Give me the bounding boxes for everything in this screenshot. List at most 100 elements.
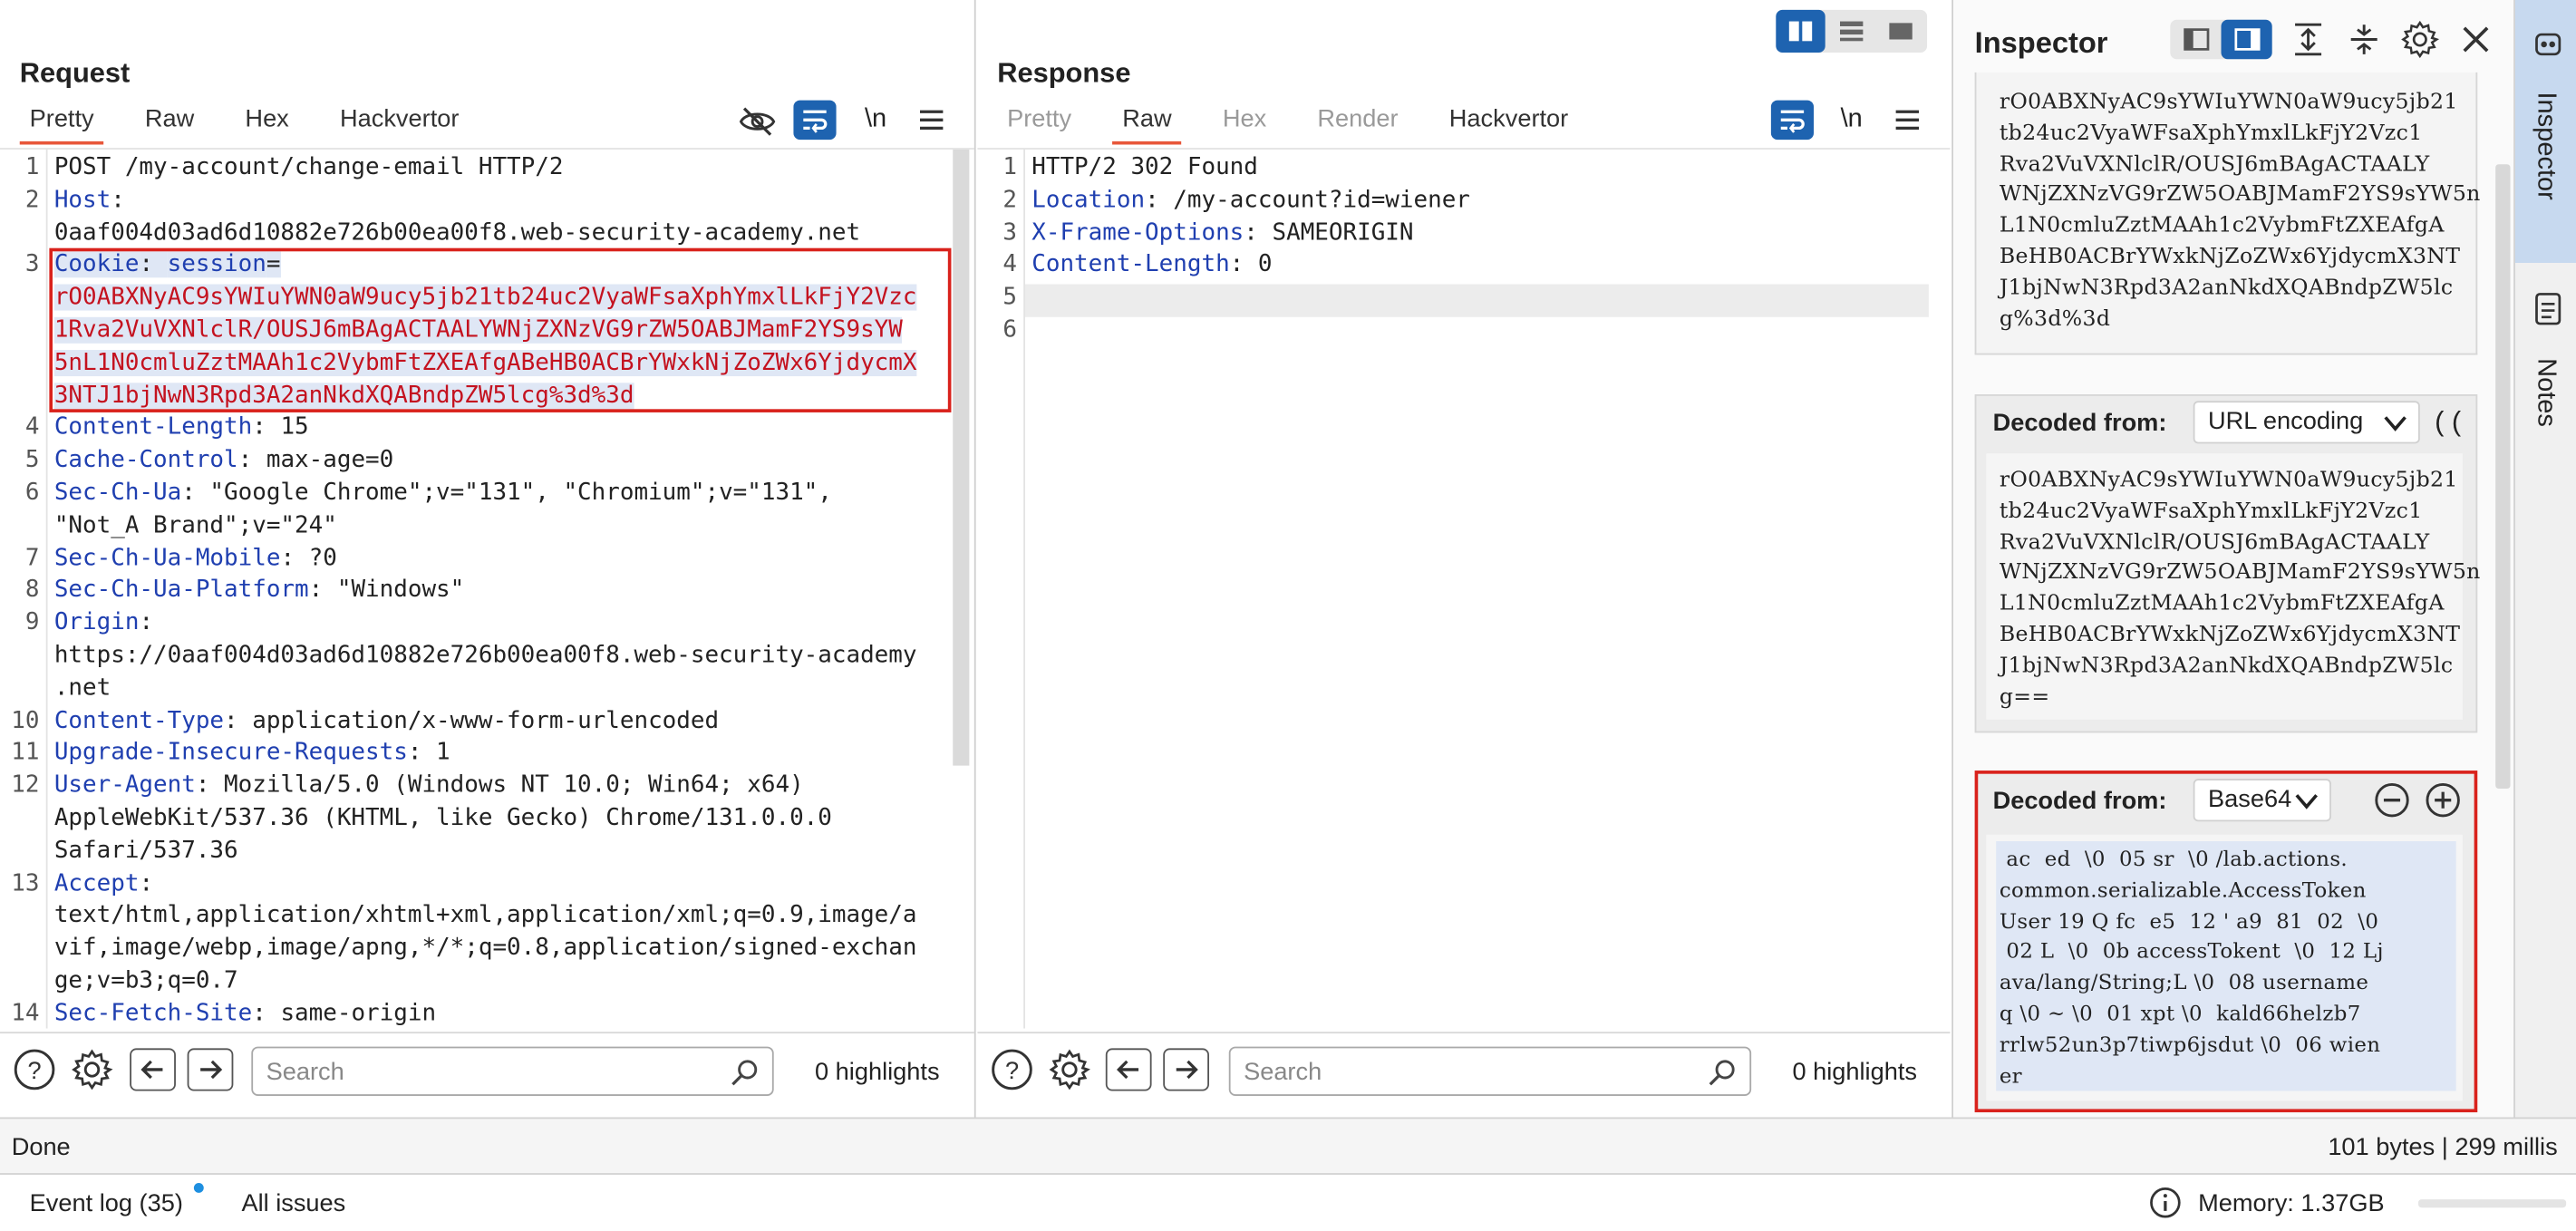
line-number: 5: [1002, 284, 1017, 311]
pane-divider-left[interactable]: [973, 0, 976, 1118]
line-number: 3: [24, 252, 40, 279]
header-value: : max-age=0: [237, 447, 394, 474]
repeater-window: Request Pretty Raw Hex Hackvertor \n 1 PO…: [0, 0, 2576, 1231]
header-name: Cache-Control: [53, 447, 238, 474]
header-value: .net: [53, 674, 111, 702]
svg-text:?: ?: [1005, 1056, 1019, 1084]
request-pane: Request Pretty Raw Hex Hackvertor \n 1 PO…: [0, 0, 974, 1118]
response-tab-hex[interactable]: Hex: [1213, 105, 1276, 145]
close-icon[interactable]: [2456, 20, 2496, 60]
forward-arrow-icon[interactable]: [187, 1048, 234, 1091]
header-value: : application/x-www-form-urlencoded: [224, 707, 720, 734]
status-left: Done: [11, 1133, 71, 1162]
response-newline-toggle[interactable]: \n: [1830, 102, 1873, 138]
request-tab-raw[interactable]: Raw: [135, 105, 204, 145]
chevron-down-icon: [2384, 416, 2407, 431]
line-number: 2: [24, 187, 40, 214]
layout-stacked-button[interactable]: [1827, 10, 1876, 53]
side-tab-notes-label: Notes: [2532, 358, 2560, 427]
request-scrollbar[interactable]: [953, 149, 970, 766]
response-tab-raw[interactable]: Raw: [1112, 105, 1182, 145]
footer-bar: Event log (35) All issues Memory: 1.37GB: [0, 1174, 2576, 1231]
request-menu-icon[interactable]: [914, 102, 950, 138]
header-name: Host: [53, 187, 111, 214]
request-title: Request: [19, 57, 131, 89]
header-name: Sec-Ch-Ua: [53, 480, 182, 507]
inspector-scroll-area[interactable]: rO0ABXNyAC9sYWIuYWN0aW9ucy5jb21 tb24uc2V…: [1953, 72, 2513, 1118]
request-search-input[interactable]: Search: [251, 1046, 774, 1096]
code-line: "Not_A Brand";v="24": [54, 510, 337, 543]
collapse-vertical-icon[interactable]: [2343, 18, 2386, 61]
response-settings-gear-icon[interactable]: [1047, 1047, 1093, 1093]
header-value: https://0aaf004d03ad6d10882e726b00ea00f8…: [53, 642, 917, 669]
side-tab-notes[interactable]: Notes: [2515, 273, 2576, 453]
base64-chevron-down-icon: [2295, 794, 2319, 809]
header-name: User-Agent: [53, 772, 196, 800]
code-line: Content-Length: 0: [1031, 250, 1272, 283]
request-tab-pretty[interactable]: Pretty: [19, 105, 104, 145]
line-number: 2: [1002, 187, 1017, 214]
request-tab-hex[interactable]: Hex: [236, 105, 299, 145]
line-number: 12: [11, 772, 40, 800]
inspector-layout-right-button[interactable]: [2221, 19, 2272, 60]
header-value: : same-origin: [252, 1000, 437, 1027]
header-value: :: [111, 187, 125, 214]
app: Request Pretty Raw Hex Hackvertor \n 1 PO…: [0, 0, 2576, 1231]
response-search-bar: ? Search 0 highlights: [977, 1032, 1951, 1107]
hide-eye-icon[interactable]: [736, 102, 779, 141]
response-tab-render[interactable]: Render: [1308, 105, 1409, 145]
code-line: .net: [54, 674, 111, 706]
request-editor[interactable]: 1 POST /my-account/change-email HTTP/2 2 Ho…: [0, 149, 974, 1029]
inspector-layout-left-button[interactable]: [2170, 20, 2221, 60]
response-menu-icon[interactable]: [1889, 102, 1925, 138]
decoded-base64-type: Base64: [2208, 785, 2292, 814]
word-wrap-button[interactable]: [793, 100, 837, 141]
line-number: 1: [24, 154, 40, 181]
back-arrow-icon[interactable]: [130, 1048, 176, 1091]
side-tab-inspector[interactable]: Inspector: [2514, 0, 2576, 263]
header-name: Sec-Ch-Ua-Platform: [53, 577, 309, 604]
info-icon[interactable]: [2147, 1185, 2184, 1221]
add-circle-icon[interactable]: [2423, 780, 2463, 820]
settings-gear-icon[interactable]: [69, 1047, 115, 1093]
decoded-base64-type-dropdown[interactable]: Base64: [2193, 779, 2331, 822]
response-code: 1 HTTP/2 302 Found 2 Location: /my-account?…: [977, 153, 1930, 1029]
line-number: 3: [1002, 219, 1017, 247]
inspector-scrollbar[interactable]: [2495, 164, 2511, 789]
header-value: ge;v=b3;q=0.7: [53, 967, 238, 994]
line-number: 14: [11, 1000, 40, 1027]
inspector-settings-gear-icon[interactable]: [2398, 18, 2441, 61]
response-help-icon[interactable]: ?: [989, 1047, 1035, 1093]
header-name: X-Frame-Options: [1031, 219, 1244, 247]
expand-vertical-icon[interactable]: [2287, 18, 2329, 61]
decoded-url-type: URL encoding: [2208, 407, 2364, 436]
all-issues-link[interactable]: All issues: [241, 1189, 345, 1217]
code-line: https://0aaf004d03ad6d10882e726b00ea00f8…: [54, 641, 917, 674]
header-name: Origin: [53, 609, 140, 636]
request-tab-hackvertor[interactable]: Hackvertor: [330, 105, 469, 145]
header-value: text/html,application/xhtml+xml,applicat…: [53, 902, 917, 929]
decoded-url-overflow-icon[interactable]: ( (: [2426, 401, 2469, 443]
header-value: : Mozilla/5.0 (Windows NT 10.0; Win64; x…: [195, 772, 804, 800]
response-tab-pretty[interactable]: Pretty: [997, 105, 1081, 145]
response-back-arrow-icon[interactable]: [1105, 1048, 1152, 1091]
code-line: Location: /my-account?id=wiener: [1031, 185, 1470, 218]
code-line: Upgrade-Insecure-Requests: 1: [54, 739, 450, 771]
line-number: 7: [24, 545, 40, 572]
help-icon[interactable]: ?: [12, 1047, 58, 1093]
header-value: : 15: [252, 414, 309, 441]
decoded-url-type-dropdown[interactable]: URL encoding: [2193, 401, 2420, 444]
header-value: : SAMEORIGIN: [1244, 219, 1414, 247]
layout-side-by-side-button[interactable]: [1776, 9, 1825, 53]
layout-tabs-button[interactable]: [1876, 10, 1925, 53]
response-tab-hackvertor[interactable]: Hackvertor: [1439, 105, 1578, 145]
event-log-link[interactable]: Event log (35): [30, 1189, 183, 1217]
response-editor[interactable]: 1 HTTP/2 302 Found 2 Location: /my-account?…: [977, 149, 1950, 1029]
newline-toggle[interactable]: \n: [855, 102, 897, 138]
header-value: AppleWebKit/537.36 (KHTML, like Gecko) C…: [53, 805, 832, 832]
line-number: 1: [1002, 154, 1017, 181]
response-search-input[interactable]: Search: [1228, 1046, 1752, 1096]
remove-circle-icon[interactable]: [2372, 780, 2412, 820]
response-word-wrap-button[interactable]: [1770, 100, 1814, 141]
response-forward-arrow-icon[interactable]: [1163, 1048, 1209, 1091]
